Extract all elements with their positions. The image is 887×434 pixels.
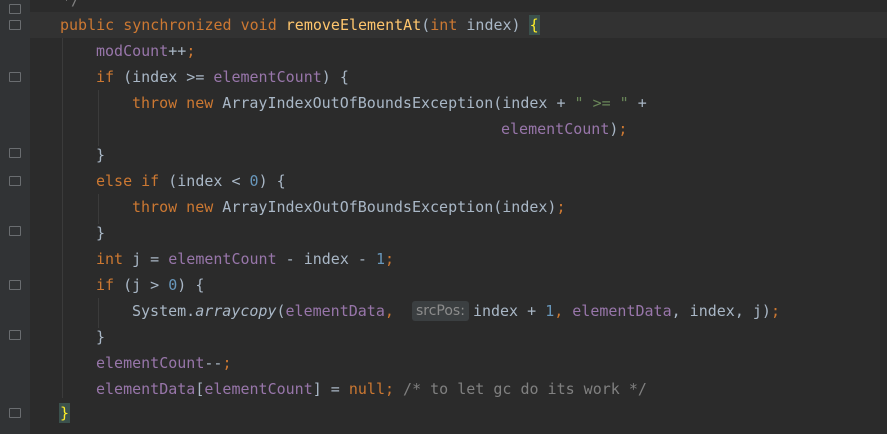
expr: ) {: [177, 276, 205, 294]
semicolon: ;: [770, 302, 780, 320]
number-literal: 1: [545, 302, 555, 320]
brace: }: [96, 146, 106, 164]
code-line: int j = elementCount - index - 1;: [96, 246, 394, 272]
number-literal: 1: [375, 250, 385, 268]
operator: ++: [168, 42, 187, 60]
field: modCount: [96, 42, 169, 60]
keyword: else if: [96, 172, 160, 190]
expr: ArrayIndexOutOfBoundsException(index +: [213, 94, 575, 112]
string-literal: " >= ": [574, 94, 629, 112]
code-line: elementCount--;: [96, 350, 231, 376]
code-line: System.arraycopy(elementData, srcPos: ind…: [132, 298, 780, 324]
code-line: if (j > 0) {: [96, 272, 204, 298]
comma: ,: [554, 302, 573, 320]
keyword: if: [96, 276, 115, 294]
semicolon: ;: [222, 354, 232, 372]
field: elementCount: [96, 354, 205, 372]
field: elementCount: [204, 380, 313, 398]
field: elementCount: [168, 250, 277, 268]
fold-marker-icon[interactable]: [9, 226, 21, 236]
field: elementData: [96, 380, 196, 398]
brace: }: [96, 328, 106, 346]
semicolon: ;: [556, 198, 566, 216]
expr: ) {: [258, 172, 286, 190]
static-method: arraycopy: [195, 302, 277, 320]
field: elementData: [285, 302, 385, 320]
fold-marker-icon[interactable]: [9, 72, 21, 82]
keyword: if: [96, 68, 115, 86]
indent-guide: [98, 90, 99, 146]
code-line: public synchronized void removeElementAt…: [60, 12, 540, 38]
operator: --: [204, 354, 223, 372]
expr: (index <: [159, 172, 250, 190]
expr: ) {: [321, 68, 349, 86]
fold-marker-icon[interactable]: [9, 148, 21, 158]
semicolon: ;: [385, 380, 395, 398]
class-ref: System.: [132, 302, 196, 320]
comma: ,: [384, 302, 412, 320]
expr: +: [628, 94, 647, 112]
expr: (j >: [114, 276, 169, 294]
keyword: throw new: [132, 198, 214, 216]
fold-marker-icon[interactable]: [9, 408, 21, 418]
expr: j =: [123, 250, 169, 268]
expr: index +: [472, 302, 546, 320]
code-line: }: [96, 324, 105, 350]
code-line: elementData[elementCount] = null; /* to …: [96, 376, 647, 402]
code-line: throw new ArrayIndexOutOfBoundsException…: [132, 194, 565, 220]
keyword: throw new: [132, 94, 214, 112]
expr: (index >=: [114, 68, 214, 86]
fold-marker-icon[interactable]: [9, 176, 21, 186]
code-line: }: [96, 142, 105, 168]
expr: , index, j): [671, 302, 771, 320]
fold-marker-icon[interactable]: [9, 280, 21, 290]
param: index): [457, 16, 530, 34]
code-line: elementCount);: [501, 116, 627, 142]
editor-gutter: [0, 0, 30, 434]
fold-marker-icon[interactable]: [9, 4, 21, 14]
code-line: throw new ArrayIndexOutOfBoundsException…: [132, 90, 647, 116]
fold-marker-icon[interactable]: [9, 20, 21, 30]
number-literal: 0: [168, 276, 178, 294]
type-keyword: int: [430, 16, 458, 34]
matched-brace: }: [58, 403, 71, 423]
null-keyword: null: [348, 380, 385, 398]
modifiers: public synchronized void: [60, 16, 277, 34]
expr: - index -: [276, 250, 376, 268]
expr: ArrayIndexOutOfBoundsException(index): [213, 198, 557, 216]
matched-brace: {: [528, 15, 540, 35]
code-line: modCount++;: [96, 38, 195, 64]
code-line: else if (index < 0) {: [96, 168, 286, 194]
field: elementCount: [501, 120, 610, 138]
code-line: }: [96, 220, 105, 246]
parameter-hint: srcPos:: [411, 301, 469, 321]
paren: (: [276, 302, 286, 320]
indent-guide: [62, 38, 63, 398]
semicolon: ;: [186, 42, 196, 60]
comment-end: */: [62, 0, 81, 9]
fold-marker-icon[interactable]: [9, 330, 21, 340]
brace: }: [96, 224, 106, 242]
method-name: removeElementAt: [285, 16, 422, 34]
semicolon: ;: [385, 250, 395, 268]
code-line: }: [58, 400, 71, 426]
field: elementData: [572, 302, 672, 320]
comment: /* to let gc do its work */: [394, 380, 647, 398]
type-keyword: int: [96, 250, 124, 268]
field: elementCount: [213, 68, 322, 86]
number-literal: 0: [249, 172, 259, 190]
code-line: if (index >= elementCount) {: [96, 64, 349, 90]
expr: ] =: [312, 380, 349, 398]
semicolon: ;: [618, 120, 628, 138]
paren: (: [421, 16, 431, 34]
